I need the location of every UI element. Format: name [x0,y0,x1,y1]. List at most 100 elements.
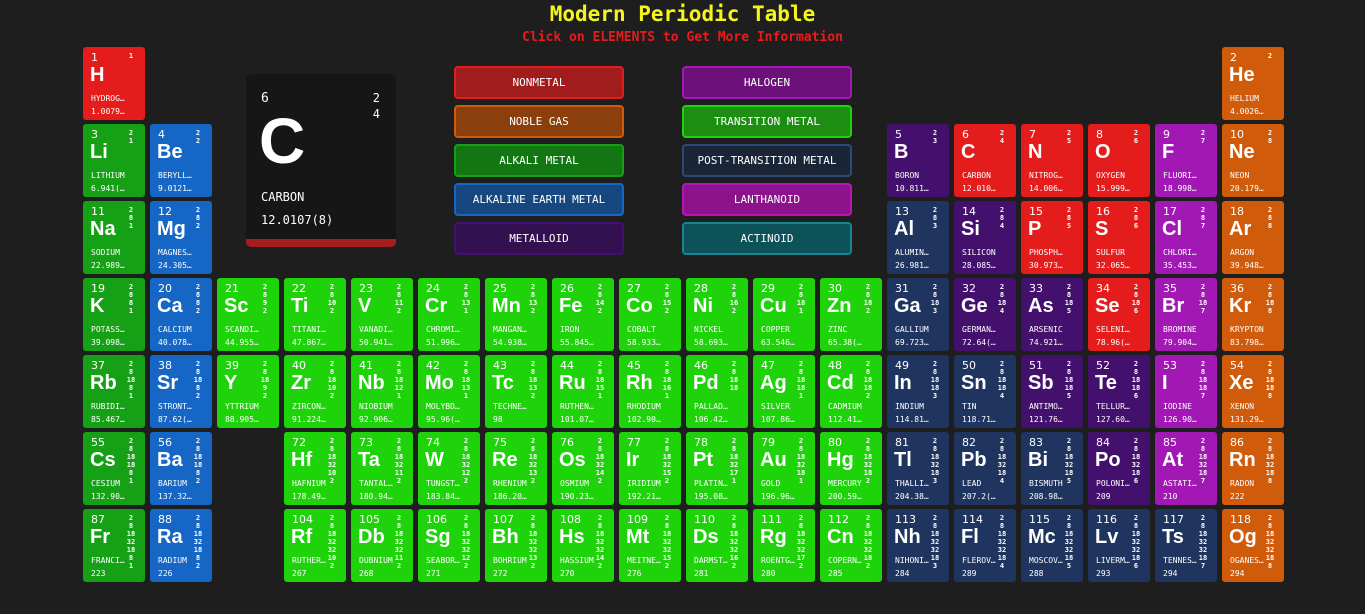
element-rf[interactable]: 104 Rf 2 8 18 32 32 10 2 RUTHER… 267 [284,509,346,582]
element-i[interactable]: 53 I 2 8 18 18 7 IODINE 126.90… [1155,355,1217,428]
atomic-mass: 281 [694,569,709,578]
atomic-mass: 178.49… [292,492,326,501]
element-ne[interactable]: 10 Ne 2 8 NEON 20.179… [1222,124,1284,197]
element-sg[interactable]: 106 Sg 2 8 18 32 32 12 2 SEABOR… 271 [418,509,480,582]
shell-count: 32 [997,538,1007,546]
element-y[interactable]: 39 Y 2 8 18 9 2 YTTRIUM 88.905… [217,355,279,428]
element-sn[interactable]: 50 Sn 2 8 18 18 4 TIN 118.71… [954,355,1016,428]
element-co[interactable]: 27 Co 2 8 15 2 COBALT 58.933… [619,278,681,351]
element-mn[interactable]: 25 Mn 2 8 13 2 MANGAN… 54.938… [485,278,547,351]
element-as[interactable]: 33 As 2 8 18 5 ARSENIC 74.921… [1021,278,1083,351]
element-hs[interactable]: 108 Hs 2 8 18 32 32 14 2 HASSIUM 270 [552,509,614,582]
element-pd[interactable]: 46 Pd 2 8 18 18 PALLAD… 106.42… [686,355,748,428]
element-nh[interactable]: 113 Nh 2 8 18 32 32 18 3 NIHONI… 284 [887,509,949,582]
element-f[interactable]: 9 F 2 7 FLUORI… 18.998… [1155,124,1217,197]
element-ra[interactable]: 88 Ra 2 8 18 32 18 8 2 RADIUM 226 [150,509,212,582]
element-zn[interactable]: 30 Zn 2 8 18 2 ZINC 65.38(… [820,278,882,351]
element-hf[interactable]: 72 Hf 2 8 18 32 10 2 HAFNIUM 178.49… [284,432,346,505]
element-ba[interactable]: 56 Ba 2 8 18 18 8 2 BARIUM 137.32… [150,432,212,505]
element-at[interactable]: 85 At 2 8 18 32 18 7 ASTATI… 210 [1155,432,1217,505]
element-p[interactable]: 15 P 2 8 5 PHOSPH… 30.973… [1021,201,1083,274]
element-fe[interactable]: 26 Fe 2 8 14 2 IRON 55.845… [552,278,614,351]
element-ti[interactable]: 22 Ti 2 8 10 2 TITANI… 47.867… [284,278,346,351]
element-in[interactable]: 49 In 2 8 18 18 3 INDIUM 114.81… [887,355,949,428]
element-db[interactable]: 105 Db 2 8 18 32 32 11 2 DUBNIUM 268 [351,509,413,582]
element-w[interactable]: 74 W 2 8 18 32 12 2 TUNGST… 183.84… [418,432,480,505]
element-og[interactable]: 118 Og 2 8 18 32 32 18 8 OGANES… 294 [1222,509,1284,582]
element-lv[interactable]: 116 Lv 2 8 18 32 32 18 6 LIVERM… 293 [1088,509,1150,582]
element-al[interactable]: 13 Al 2 8 3 ALUMIN… 26.981… [887,201,949,274]
element-rg[interactable]: 111 Rg 2 8 18 32 32 17 2 ROENTG… 280 [753,509,815,582]
element-ru[interactable]: 44 Ru 2 8 18 15 1 RUTHEN… 101.07… [552,355,614,428]
element-ga[interactable]: 31 Ga 2 8 18 3 GALLIUM 69.723… [887,278,949,351]
element-cr[interactable]: 24 Cr 2 8 13 1 CHROMI… 51.996… [418,278,480,351]
element-pt[interactable]: 78 Pt 2 8 18 32 17 1 PLATIN… 195.08… [686,432,748,505]
element-pb[interactable]: 82 Pb 2 8 18 32 18 4 LEAD 207.2(… [954,432,1016,505]
element-cs[interactable]: 55 Cs 2 8 18 18 8 1 CESIUM 132.90… [83,432,145,505]
element-bh[interactable]: 107 Bh 2 8 18 32 32 13 2 BOHRIUM 272 [485,509,547,582]
element-v[interactable]: 23 V 2 8 11 2 VANADI… 50.941… [351,278,413,351]
element-te[interactable]: 52 Te 2 8 18 18 6 TELLUR… 127.60… [1088,355,1150,428]
element-s[interactable]: 16 S 2 8 6 SULFUR 32.065… [1088,201,1150,274]
element-cn[interactable]: 112 Cn 2 8 18 32 32 18 2 COPERN… 285 [820,509,882,582]
element-os[interactable]: 76 Os 2 8 18 32 14 2 OSMIUM 190.23… [552,432,614,505]
shell-count: 18 [260,376,270,384]
element-symbol: Y [224,372,238,394]
element-sc[interactable]: 21 Sc 2 8 9 2 SCANDI… 44.955… [217,278,279,351]
element-mo[interactable]: 42 Mo 2 8 18 13 1 MOLYBD… 95.96(… [418,355,480,428]
element-h[interactable]: 1 H 1 HYDROG… 1.0079… [83,47,145,120]
shell-count: 15 [662,554,672,562]
element-k[interactable]: 19 K 2 8 8 1 POTASS… 39.098… [83,278,145,351]
element-ar[interactable]: 18 Ar 2 8 8 ARGON 39.948… [1222,201,1284,274]
element-ca[interactable]: 20 Ca 2 8 8 2 CALCIUM 40.078… [150,278,212,351]
shell-count: 18 [394,453,404,461]
element-nb[interactable]: 41 Nb 2 8 18 12 1 NIOBIUM 92.906… [351,355,413,428]
element-kr[interactable]: 36 Kr 2 8 18 8 KRYPTON 83.798… [1222,278,1284,351]
element-se[interactable]: 34 Se 2 8 18 6 SELENI… 78.96(… [1088,278,1150,351]
element-bi[interactable]: 83 Bi 2 8 18 32 18 5 BISMUTH 208.98… [1021,432,1083,505]
element-zr[interactable]: 40 Zr 2 8 18 10 2 ZIRCON… 91.224… [284,355,346,428]
element-ta[interactable]: 73 Ta 2 8 18 32 11 2 TANTAL… 180.94… [351,432,413,505]
element-si[interactable]: 14 Si 2 8 4 SILICON 28.085… [954,201,1016,274]
element-cu[interactable]: 29 Cu 2 8 18 1 COPPER 63.546… [753,278,815,351]
element-hg[interactable]: 80 Hg 2 8 18 32 18 2 MERCURY 200.59… [820,432,882,505]
element-na[interactable]: 11 Na 2 8 1 SODIUM 22.989… [83,201,145,274]
element-n[interactable]: 7 N 2 5 NITROG… 14.006… [1021,124,1083,197]
element-fr[interactable]: 87 Fr 2 8 18 32 18 8 1 FRANCI… 223 [83,509,145,582]
element-cl[interactable]: 17 Cl 2 8 7 CHLORI… 35.453… [1155,201,1217,274]
element-au[interactable]: 79 Au 2 8 18 32 18 1 GOLD 196.96… [753,432,815,505]
element-ge[interactable]: 32 Ge 2 8 18 4 GERMAN… 72.64(… [954,278,1016,351]
element-sb[interactable]: 51 Sb 2 8 18 18 5 ANTIMO… 121.76… [1021,355,1083,428]
element-ni[interactable]: 28 Ni 2 8 16 2 NICKEL 58.693… [686,278,748,351]
element-o[interactable]: 8 O 2 6 OXYGEN 15.999… [1088,124,1150,197]
electron-shells: 2 8 18 12 1 [392,360,406,400]
element-fl[interactable]: 114 Fl 2 8 18 32 32 18 4 FLEROV… 289 [954,509,1016,582]
element-c[interactable]: 6 C 2 4 CARBON 12.010… [954,124,1016,197]
element-rh[interactable]: 45 Rh 2 8 18 16 1 RHODIUM 102.90… [619,355,681,428]
element-he[interactable]: 2 He 2 HELIUM 4.0026… [1222,47,1284,120]
element-sr[interactable]: 38 Sr 2 8 18 8 2 STRONT… 87.62(… [150,355,212,428]
element-rb[interactable]: 37 Rb 2 8 18 8 1 RUBIDI… 85.467… [83,355,145,428]
element-ts[interactable]: 117 Ts 2 8 18 32 32 18 7 TENNES… 294 [1155,509,1217,582]
element-ag[interactable]: 47 Ag 2 8 18 18 1 SILVER 107.86… [753,355,815,428]
shell-count: 18 [1265,469,1275,477]
element-name: HELIUM [1230,94,1259,103]
element-cd[interactable]: 48 Cd 2 8 18 18 2 CADMIUM 112.41… [820,355,882,428]
element-be[interactable]: 4 Be 2 2 BERYLL… 9.0121… [150,124,212,197]
element-xe[interactable]: 54 Xe 2 8 18 18 8 XENON 131.29… [1222,355,1284,428]
element-ds[interactable]: 110 Ds 2 8 18 32 32 16 2 DARMST… 281 [686,509,748,582]
element-ir[interactable]: 77 Ir 2 8 18 32 15 2 IRIDIUM 192.21… [619,432,681,505]
element-name: STRONT… [158,402,192,411]
element-symbol: Pb [961,449,987,471]
element-mt[interactable]: 109 Mt 2 8 18 32 32 15 2 MEITNE… 276 [619,509,681,582]
element-tl[interactable]: 81 Tl 2 8 18 32 18 3 THALLI… 204.38… [887,432,949,505]
element-rn[interactable]: 86 Rn 2 8 18 32 18 8 RADON 222 [1222,432,1284,505]
element-br[interactable]: 35 Br 2 8 18 7 BROMINE 79.904… [1155,278,1217,351]
element-b[interactable]: 5 B 2 3 BORON 10.811… [887,124,949,197]
element-re[interactable]: 75 Re 2 8 18 32 13 2 RHENIUM 186.20… [485,432,547,505]
element-tc[interactable]: 43 Tc 2 8 18 13 2 TECHNE… 98 [485,355,547,428]
element-po[interactable]: 84 Po 2 8 18 32 18 6 POLONI… 209 [1088,432,1150,505]
element-mg[interactable]: 12 Mg 2 8 2 MAGNES… 24.305… [150,201,212,274]
element-mc[interactable]: 115 Mc 2 8 18 32 32 18 5 MOSCOV… 288 [1021,509,1083,582]
element-li[interactable]: 3 Li 2 1 LITHIUM 6.941(… [83,124,145,197]
